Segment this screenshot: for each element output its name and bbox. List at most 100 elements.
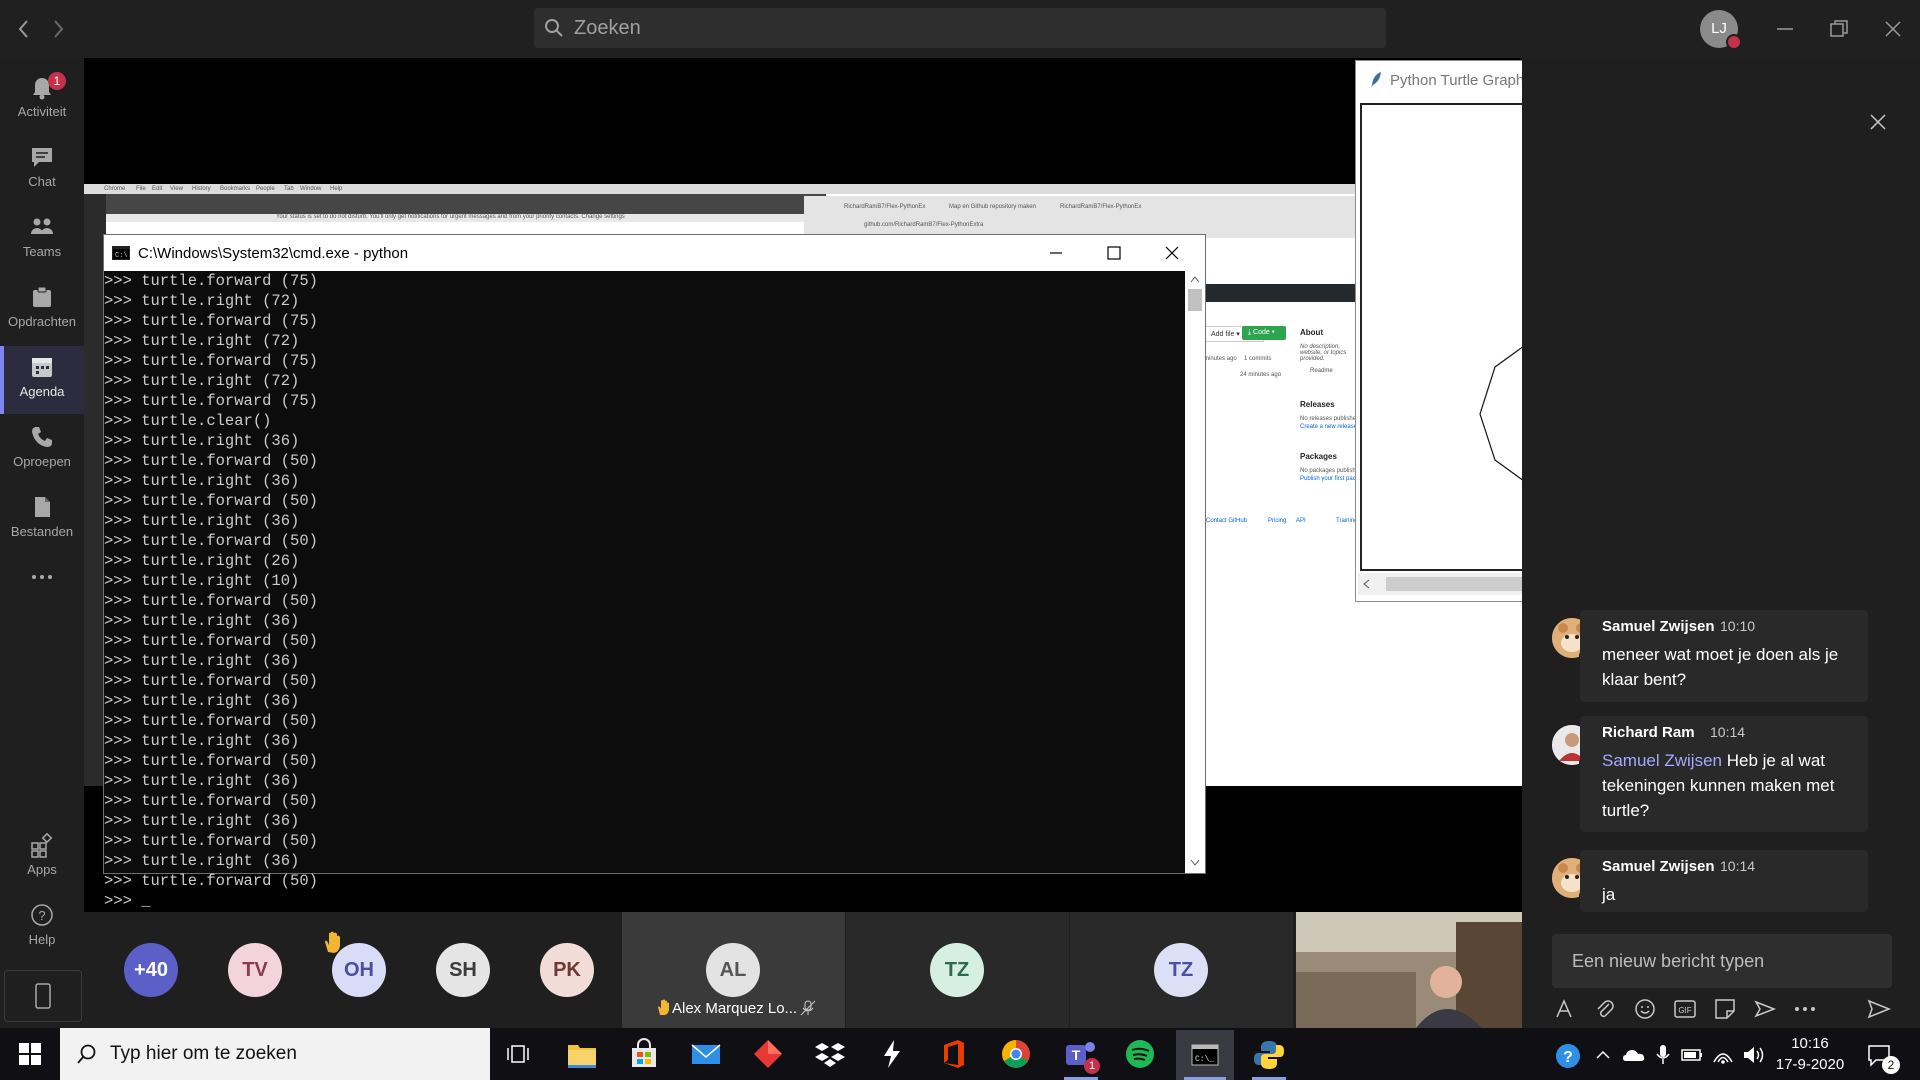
minimize-icon[interactable] [1048, 245, 1064, 261]
office-icon[interactable] [936, 1036, 972, 1072]
menu-item: Edit [152, 186, 163, 192]
footer-link[interactable]: Contact GitHub [1206, 518, 1247, 524]
rail-item-chat[interactable]: Chat [0, 136, 84, 204]
maximize-icon[interactable] [1106, 245, 1122, 261]
rail-item-calls[interactable]: Oproepen [0, 416, 84, 484]
mention[interactable]: Samuel Zwijsen [1602, 751, 1722, 770]
participant-avatar[interactable]: TV [228, 943, 282, 997]
restore-icon[interactable] [1826, 16, 1852, 42]
participant-tile[interactable]: AL Alex Marquez Lo... [622, 912, 845, 1028]
taskbar-search-input[interactable]: Typ hier om te zoeken [60, 1028, 490, 1080]
back-arrow-icon[interactable] [16, 18, 32, 40]
participant-tile[interactable]: TZ [1070, 912, 1293, 1028]
cmd-icon: C:\ [112, 246, 130, 260]
scroll-left-icon[interactable] [1362, 579, 1370, 589]
rail-item-assignments[interactable]: Opdrachten [0, 276, 84, 344]
teams-taskbar-button[interactable]: T 1 [1056, 1030, 1106, 1080]
cmd-line: >>> turtle.right (72) [104, 332, 300, 350]
app-diamond-icon[interactable] [750, 1036, 786, 1072]
wifi-icon[interactable] [1712, 1044, 1734, 1066]
cmd-line: >>> turtle.right (36) [104, 512, 300, 530]
rail-label: Agenda [19, 384, 65, 399]
readme-link[interactable]: Readme [1310, 368, 1333, 374]
notification-badge: 1 [48, 72, 66, 90]
close-panel-icon[interactable] [1868, 112, 1888, 132]
rail-item-apps[interactable]: Apps [0, 824, 84, 892]
feather-icon [1371, 72, 1381, 88]
footer-link[interactable]: API [1296, 518, 1306, 524]
participant-avatar[interactable]: PK [540, 943, 594, 997]
mail-icon[interactable] [688, 1036, 724, 1072]
send-icon[interactable] [1866, 996, 1892, 1022]
onedrive-icon[interactable] [1622, 1046, 1646, 1064]
spotify-icon[interactable] [1122, 1036, 1158, 1072]
microphone-icon[interactable] [1654, 1044, 1672, 1066]
cmd-taskbar-button[interactable]: C:\_ [1176, 1030, 1234, 1080]
sticker-icon[interactable] [1712, 996, 1738, 1022]
help-circle-icon[interactable]: ? [1554, 1042, 1582, 1070]
task-view-icon[interactable] [502, 1036, 538, 1072]
cmd-output[interactable]: >>> turtle.forward (75) >>> turtle.right … [104, 271, 1184, 910]
apps-icon [31, 832, 53, 858]
participant-avatar[interactable]: SH [436, 943, 490, 997]
battery-icon[interactable] [1680, 1046, 1704, 1064]
chat-message[interactable]: Samuel Zwijsen 10:10 meneer wat moet je … [1580, 610, 1868, 702]
more-options-icon[interactable] [1792, 996, 1818, 1022]
search-input[interactable]: Zoeken [534, 8, 1386, 48]
close-icon[interactable] [1164, 245, 1180, 261]
dropbox-icon[interactable] [812, 1036, 848, 1072]
cmd-window[interactable]: C:\ C:\Windows\System32\cmd.exe - python… [103, 234, 1206, 910]
commit-count: 1 commits [1244, 356, 1272, 362]
windows-start-icon[interactable] [18, 1042, 42, 1066]
rail-item-teams[interactable]: Teams [0, 206, 84, 274]
praise-icon[interactable] [1752, 996, 1778, 1022]
packages-text: No packages published [1300, 468, 1363, 474]
footer-link[interactable]: Pricing [1268, 518, 1286, 524]
taskbar-clock[interactable]: 10:16 17-9-2020 [1775, 1033, 1845, 1075]
gif-icon[interactable]: GIF [1672, 996, 1698, 1022]
svg-text:T: T [1072, 1047, 1081, 1063]
participant-overflow[interactable]: +40 [124, 943, 178, 997]
participant-tile[interactable]: TZ [846, 912, 1069, 1028]
cmd-scrollbar[interactable] [1185, 271, 1205, 873]
chat-message[interactable]: Samuel Zwijsen 10:14 ja [1580, 850, 1868, 912]
svg-text:?: ? [1563, 1049, 1573, 1066]
scroll-up-icon[interactable] [1190, 275, 1200, 283]
rail-item-activity[interactable]: Activiteit 1 [0, 66, 84, 134]
cmd-line: >>> turtle.forward (50) [104, 752, 318, 770]
rail-item-help[interactable]: ? Help [0, 894, 84, 962]
device-button[interactable] [4, 970, 82, 1022]
attach-icon[interactable] [1592, 996, 1618, 1022]
self-video-preview[interactable] [1296, 912, 1522, 1028]
cmd-line: >>> turtle.right (36) [104, 472, 300, 490]
rail-item-files[interactable]: Bestanden [0, 486, 84, 554]
scroll-down-icon[interactable] [1190, 859, 1200, 867]
emoji-icon[interactable] [1632, 996, 1658, 1022]
raised-hand-icon [658, 999, 669, 1015]
python-taskbar-button[interactable] [1244, 1030, 1294, 1080]
volume-icon[interactable] [1742, 1044, 1766, 1066]
search-placeholder: Zoeken [574, 17, 641, 39]
minimize-icon[interactable] [1772, 16, 1798, 42]
file-explorer-icon[interactable] [564, 1036, 600, 1072]
chat-message[interactable]: Richard Ram 10:14 Samuel Zwijsen Heb je … [1580, 716, 1868, 832]
format-icon[interactable] [1552, 996, 1578, 1022]
clock-time: 10:16 [1791, 1035, 1829, 1052]
app-lightning-icon[interactable] [874, 1036, 910, 1072]
cmd-title-bar[interactable]: C:\ C:\Windows\System32\cmd.exe - python [104, 235, 1205, 271]
rail-item-more[interactable] [0, 556, 84, 624]
message-composer[interactable]: Een nieuw bericht typen [1552, 934, 1892, 988]
close-icon[interactable] [1880, 16, 1906, 42]
code-button[interactable]: ⤓ Code ▾ [1242, 326, 1286, 340]
chrome-icon[interactable] [998, 1036, 1034, 1072]
chevron-up-icon[interactable] [1594, 1046, 1612, 1064]
store-icon[interactable] [626, 1036, 662, 1072]
forward-arrow-icon[interactable] [50, 18, 66, 40]
participant-initials: PK [553, 959, 581, 981]
cmd-line: >>> turtle.forward (75) [104, 352, 318, 370]
create-release-link[interactable]: Create a new release [1300, 424, 1357, 430]
scroll-thumb[interactable] [1188, 289, 1202, 311]
rail-item-calendar[interactable]: Agenda [0, 346, 84, 414]
cmd-line: >>> turtle.clear() [104, 412, 272, 430]
menu-item: Help [330, 186, 343, 192]
